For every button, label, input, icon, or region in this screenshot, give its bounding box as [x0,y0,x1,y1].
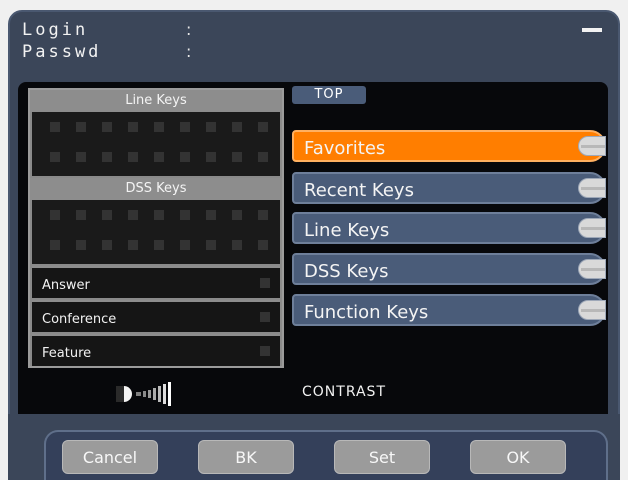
line-keys-grid [32,112,280,176]
menu-slider-icon [578,136,606,156]
menu-item-favorites[interactable]: Favorites [292,130,606,162]
key-indicator-icon [258,152,268,162]
feature-led-icon [260,346,270,356]
answer-led-icon [260,278,270,288]
key-indicator-icon [128,210,138,220]
menu-item-recent-keys[interactable]: Recent Keys [292,172,606,204]
top-breadcrumb: TOP [292,86,366,104]
password-label: Passwd [22,42,102,62]
key-indicator-icon [50,210,60,220]
key-indicator-icon [128,152,138,162]
key-indicator-icon [128,122,138,132]
conference-led-icon [260,312,270,322]
key-indicator-icon [258,122,268,132]
menu-item-dss-keys[interactable]: DSS Keys [292,253,606,285]
dss-keys-grid [32,200,280,264]
minimize-icon[interactable] [582,28,602,32]
key-indicator-icon [102,152,112,162]
menu-slider-icon [578,300,606,320]
ok-button[interactable]: OK [470,440,566,474]
key-indicator-icon [232,210,242,220]
key-indicator-icon [128,240,138,250]
feature-label: Feature [42,346,92,361]
menu-item-label: Favorites [304,138,386,159]
key-indicator-icon [154,240,164,250]
conference-label: Conference [42,312,117,327]
key-indicator-icon [206,240,216,250]
key-indicator-icon [258,210,268,220]
line-keys-title: Line Keys [30,90,282,112]
key-indicator-icon [232,122,242,132]
key-indicator-icon [76,152,86,162]
menu-item-function-keys[interactable]: Function Keys [292,294,606,326]
menu-item-line-keys[interactable]: Line Keys [292,212,606,244]
phone-frame: Login : Passwd : Line Keys DSS Keys Answ… [0,0,628,480]
key-indicator-icon [76,240,86,250]
key-indicator-icon [206,152,216,162]
key-indicator-icon [50,122,60,132]
key-indicator-icon [50,152,60,162]
password-colon: : [186,42,192,61]
menu-item-label: DSS Keys [304,261,389,282]
key-indicator-icon [76,122,86,132]
key-indicator-icon [180,240,190,250]
menu-item-label: Line Keys [304,220,390,241]
key-layout-panel: Line Keys DSS Keys Answer Conference Fea… [28,88,284,368]
menu-slider-icon [578,178,606,198]
key-indicator-icon [206,210,216,220]
login-colon: : [186,20,192,39]
key-indicator-icon [102,122,112,132]
key-indicator-icon [76,210,86,220]
dss-keys-title: DSS Keys [30,178,282,200]
answer-label: Answer [42,278,90,293]
key-indicator-icon [102,240,112,250]
key-indicator-icon [50,240,60,250]
key-indicator-icon [206,122,216,132]
contrast-label: CONTRAST [302,384,386,400]
key-indicator-icon [258,240,268,250]
key-indicator-icon [180,122,190,132]
login-header: Login : Passwd : [8,12,620,84]
key-indicator-icon [232,240,242,250]
key-indicator-icon [180,152,190,162]
answer-row: Answer [32,266,280,298]
key-indicator-icon [102,210,112,220]
menu-slider-icon [578,218,606,238]
set-button[interactable]: Set [334,440,430,474]
cancel-button[interactable]: Cancel [62,440,158,474]
key-indicator-icon [232,152,242,162]
feature-row: Feature [32,334,280,366]
menu-item-label: Function Keys [304,302,429,323]
key-indicator-icon [154,210,164,220]
bk-button[interactable]: BK [198,440,294,474]
key-indicator-icon [154,122,164,132]
key-indicator-icon [180,210,190,220]
login-label: Login [22,20,89,40]
menu-item-label: Recent Keys [304,180,414,201]
key-indicator-icon [154,152,164,162]
menu-slider-icon [578,259,606,279]
conference-row: Conference [32,300,280,332]
contrast-icon[interactable] [114,380,204,408]
